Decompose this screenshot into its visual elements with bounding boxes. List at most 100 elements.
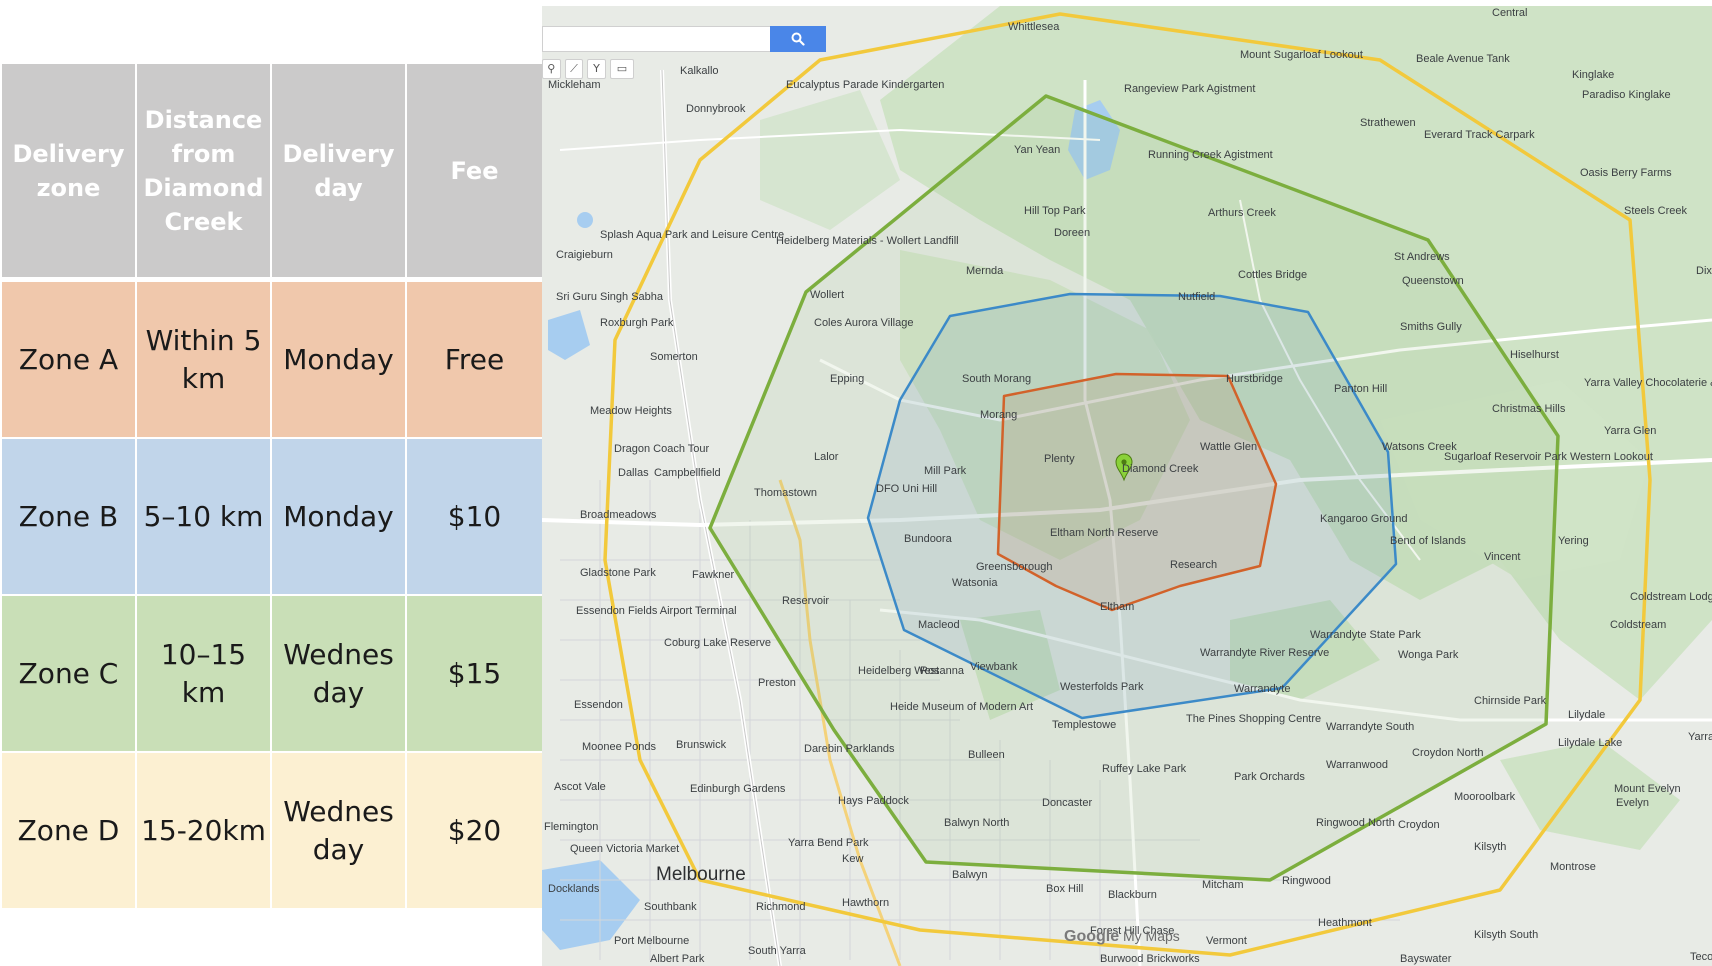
place-label: Diamond Creek [1122, 463, 1199, 475]
place-label: Warrandyte State Park [1310, 629, 1421, 641]
place-label: Port Melbourne [614, 935, 689, 947]
place-label: Kalkallo [680, 65, 719, 77]
place-label: Preston [758, 677, 796, 689]
place-label: Morang [980, 409, 1017, 421]
place-label: Albert Park [650, 953, 705, 965]
place-label: Hiselhurst [1510, 349, 1559, 361]
map-search-button[interactable] [770, 26, 826, 52]
directions-icon[interactable]: Y [587, 59, 606, 79]
map-toolbar: ⚲ ⟋ Y ▭ [542, 58, 634, 80]
place-label: Craigieburn [556, 249, 613, 261]
place-label: Kew [842, 853, 863, 865]
table-row: Zone D 15-20km Wednes day $20 [2, 753, 542, 910]
place-label: Mill Park [924, 465, 967, 477]
place-label: Hurstbridge [1226, 373, 1283, 385]
place-label: Arthurs Creek [1208, 207, 1276, 219]
place-label: Bayswater [1400, 953, 1452, 965]
place-label: Lilydale Lake [1558, 737, 1622, 749]
place-label: Wonga Park [1398, 649, 1459, 661]
delivery-zone-map[interactable]: Whittlesea Kalkallo Mickleham Donnybrook Euc… [542, 6, 1712, 966]
place-label: Montrose [1550, 861, 1596, 873]
marker-icon[interactable]: ⚲ [542, 59, 561, 79]
place-label: Beale Avenue Tank [1416, 53, 1510, 65]
place-label: Sugarloaf Reservoir Park Western Lookout [1444, 451, 1653, 463]
place-label: Essendon Fields Airport Terminal [576, 605, 737, 617]
day-cell: Wednes day [272, 753, 407, 910]
place-label: Coldstream [1610, 619, 1666, 631]
place-label: Croydon North [1412, 747, 1484, 759]
place-label: Hays Paddock [838, 795, 909, 807]
place-label: The Pines Shopping Centre [1186, 713, 1321, 725]
place-label: Running Creek Agistment [1148, 149, 1273, 161]
place-label: Panton Hill [1334, 383, 1387, 395]
place-label: Lalor [814, 451, 839, 463]
place-label: Chirnside Park [1474, 695, 1547, 707]
place-label: Watsonia [952, 577, 998, 589]
place-label: Park Orchards [1234, 771, 1305, 783]
place-label: Balwyn [952, 869, 987, 881]
place-label: Warranwood [1326, 759, 1388, 771]
place-label: Thomastown [754, 487, 817, 499]
place-label: Mickleham [548, 79, 601, 91]
place-label: Meadow Heights [590, 405, 672, 417]
zone-cell: Zone D [2, 753, 137, 910]
place-label: Whittlesea [1008, 21, 1060, 33]
place-label: Melbourne [656, 864, 746, 885]
place-label: Burwood Brickworks [1100, 953, 1200, 965]
place-label: Yarra Park [1688, 731, 1712, 743]
place-label: Dragon Coach Tour [614, 443, 710, 455]
day-cell: Monday [272, 439, 407, 596]
fee-cell: $20 [407, 753, 542, 910]
table-row: Zone B 5–10 km Monday $10 [2, 439, 542, 596]
place-label: Kilsyth South [1474, 929, 1538, 941]
draw-line-icon[interactable]: ⟋ [564, 59, 584, 79]
place-label: Queen Victoria Market [570, 843, 679, 855]
place-label: Everard Track Carpark [1424, 129, 1535, 141]
zone-cell: Zone C [2, 596, 137, 753]
place-label: Coles Aurora Village [814, 317, 913, 329]
place-label: Evelyn [1616, 797, 1649, 809]
place-label: Templestowe [1052, 719, 1116, 731]
place-label: Sri Guru Singh Sabha [556, 291, 664, 303]
place-label: Gladstone Park [580, 567, 656, 579]
place-label: South Morang [962, 373, 1031, 385]
distance-cell: Within 5 km [137, 282, 272, 439]
place-label: Coburg Lake Reserve [664, 637, 771, 649]
place-label: Mernda [966, 265, 1004, 277]
place-label: Eltham [1100, 601, 1134, 613]
place-label: Steels Creek [1624, 205, 1687, 217]
place-label: Paradiso Kinglake [1582, 89, 1671, 101]
place-label: Research [1170, 559, 1217, 571]
map-watermark: Google My Maps [1064, 928, 1180, 946]
place-label: Strathewen [1360, 117, 1416, 129]
place-label: Plenty [1044, 453, 1075, 465]
place-label: Mount Sugarloaf Lookout [1240, 49, 1363, 61]
place-label: Reservoir [782, 595, 829, 607]
place-label: Richmond [756, 901, 806, 913]
place-label: Greensborough [976, 561, 1052, 573]
place-label: Warrandyte [1234, 683, 1290, 695]
google-logo: Google [1064, 928, 1120, 945]
place-label: Splash Aqua Park and Leisure Centre [600, 229, 784, 241]
place-label: DFO Uni Hill [876, 483, 937, 495]
table-header-row: Delivery zone Distance from Diamond Cree… [2, 64, 542, 282]
place-label: Ruffey Lake Park [1102, 763, 1187, 775]
place-label: Warrandyte River Reserve [1200, 647, 1329, 659]
place-label: Donnybrook [686, 103, 746, 115]
place-label: Central [1492, 7, 1527, 19]
header-delivery-day: Delivery day [272, 64, 407, 282]
place-label: Dallas [618, 467, 649, 479]
place-label: Yarra Bend Park [788, 837, 869, 849]
place-label: Yering [1558, 535, 1589, 547]
map-search-input[interactable] [542, 26, 770, 52]
place-label: Eltham North Reserve [1050, 527, 1158, 539]
place-label: Coldstream Lodge [1630, 591, 1712, 603]
place-label: Ringwood North [1316, 817, 1395, 829]
map-canvas[interactable]: Whittlesea Kalkallo Mickleham Donnybrook Euc… [542, 6, 1712, 966]
place-label: Yarra Valley Chocolaterie & Ice Creamery [1584, 377, 1712, 389]
place-label: Rosanna [920, 665, 965, 677]
place-label: Yan Yean [1014, 144, 1060, 156]
ruler-icon[interactable]: ▭ [609, 59, 634, 79]
distance-cell: 15-20km [137, 753, 272, 910]
place-label: Bundoora [904, 533, 953, 545]
